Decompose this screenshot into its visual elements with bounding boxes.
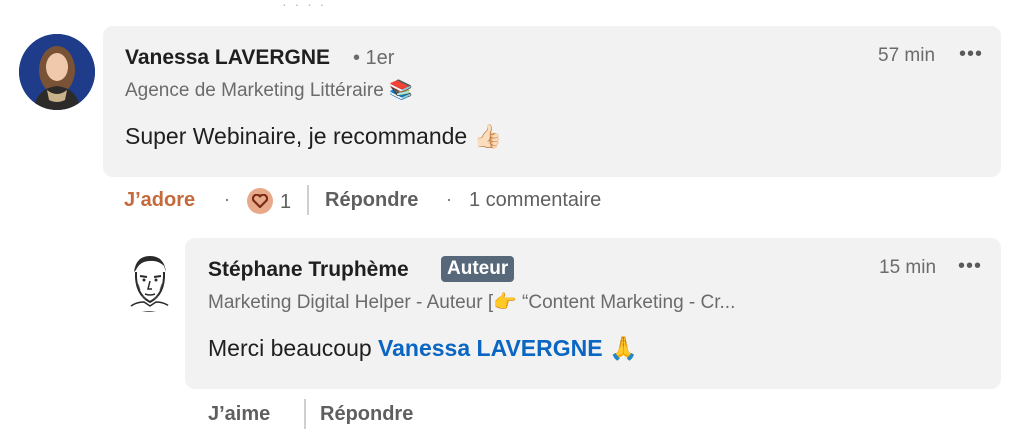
reply-button[interactable]: Répondre — [320, 403, 413, 426]
avatar[interactable] — [19, 34, 95, 110]
reply-text-prefix: Merci beaucoup — [208, 335, 379, 361]
reply-avatar[interactable] — [118, 250, 180, 312]
comment-author-name[interactable]: Vanessa LAVERGNE — [125, 46, 330, 70]
avatar-sketch — [118, 250, 180, 312]
like-button[interactable]: J’aime — [208, 403, 270, 426]
reply-text: Merci beaucoup Vanessa LAVERGNE 🙏 — [208, 335, 638, 362]
connection-degree: • 1er — [353, 47, 395, 69]
heart-icon — [252, 194, 268, 208]
comment-time: 57 min — [878, 45, 936, 66]
comment-text: Super Webinaire, je recommande 👍🏻 — [125, 123, 503, 149]
reply-author-headline: Marketing Digital Helper - Auteur [👉 “Co… — [208, 292, 736, 313]
reply-bubble: Stéphane Truphème Auteur Marketing Digit… — [185, 238, 1001, 389]
action-divider — [304, 399, 306, 429]
comment-author-headline: Agence de Marketing Littéraire 📚 — [125, 80, 413, 101]
heart-reaction-icon[interactable] — [247, 188, 273, 214]
reply-time: 15 min — [879, 257, 937, 278]
reply-author-name[interactable]: Stéphane Truphème — [208, 258, 409, 282]
reaction-count[interactable]: 1 — [280, 191, 291, 214]
avatar-photo — [19, 34, 95, 110]
comments-count-link[interactable]: 1 commentaire — [469, 189, 601, 212]
more-options-icon[interactable]: ••• — [959, 43, 983, 66]
more-options-icon[interactable]: ••• — [958, 255, 982, 278]
comment-bubble: Vanessa LAVERGNE • 1er Agence de Marketi… — [103, 26, 1001, 177]
author-badge: Auteur — [441, 256, 515, 282]
reply-button[interactable]: Répondre — [325, 189, 418, 212]
separator-dot: · — [446, 189, 452, 209]
like-button[interactable]: J’adore — [124, 189, 195, 212]
action-divider — [307, 185, 309, 215]
reply-text-suffix: 🙏 — [602, 335, 638, 361]
mention-link[interactable]: Vanessa LAVERGNE — [378, 335, 603, 361]
separator-dot: · — [224, 189, 230, 209]
previous-thread-remnant: · · · · — [282, 0, 327, 12]
